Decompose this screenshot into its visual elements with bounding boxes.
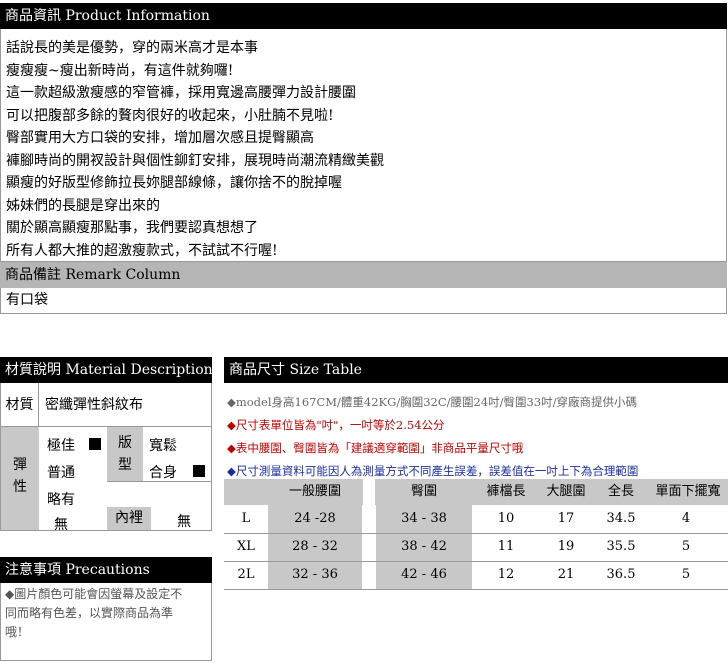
precautions-box: ◆圖片顏色可能會因螢幕及設定不 同而略有色差，以實際商品為準 哦！ — [0, 583, 212, 661]
rise-value: 12 — [497, 567, 515, 582]
remark-header: 商品備註 Remark Column — [0, 262, 727, 288]
product-description: 話說長的美是優勢，穿的兩米高才是本事 瘦瘦瘦~瘦出新時尚，有這件就夠囉! 這一款超級… — [6, 37, 726, 262]
hem-value: 5 — [681, 539, 691, 554]
col-header-waist: 一般腰圍 — [288, 484, 341, 499]
description-line: 姊妹們的長腿是穿出來的 — [6, 197, 160, 214]
hip-value: 38 - 42 — [401, 539, 447, 554]
description-line: 這一款超級激瘦感的窄管褲，採用寬邊高腰彈力設計腰圍 — [6, 85, 356, 101]
lining-value: 無 — [177, 514, 191, 530]
material-label: 材質 — [1, 383, 39, 427]
description-line: 關於顯高顯瘦那點事，我們要認真想想了 — [6, 220, 258, 236]
thigh-value: 17 — [557, 511, 575, 526]
product-info-header: 商品資訊 Product Information — [0, 3, 727, 29]
size-note: ◆表中腰圍、臀圍皆為「建議適穿範圍」非商品平量尺寸哦 — [227, 441, 524, 455]
size-label: XL — [237, 539, 255, 554]
elastic-label-text: 彈性 — [13, 457, 27, 495]
description-line: 顯瘦的好版型修飾拉長妳腿部線條，讓你捨不的脫掉喔 — [6, 175, 342, 191]
col-header-hip: 臀圍 — [410, 484, 437, 499]
description-line: 褲腳時尚的開衩設計與個性鉚釘安排，展現時尚潮流精緻美觀 — [6, 152, 384, 169]
hip-value: 42 - 46 — [401, 567, 447, 582]
length-value: 34.5 — [606, 511, 636, 526]
size-section: 商品尺寸 Size Table — [224, 357, 728, 383]
size-note: ◆model身高167CM/體重42KG/胸圍32C/腰圍24吋/臀圍33吋/穿… — [227, 395, 638, 409]
size-label: 2L — [237, 567, 255, 582]
thigh-value: 21 — [557, 567, 575, 582]
elastic-option: 無 — [54, 517, 68, 533]
precautions-section: 注意事項 Precautions ◆圖片顏色可能會因螢幕及設定不 同而略有色差，… — [0, 557, 212, 661]
material-header: 材質說明 Material Description — [0, 357, 212, 383]
size-note: ◆尺寸表單位皆為"吋"，一吋等於2.54公分 — [227, 418, 445, 432]
fit-divider — [107, 481, 211, 482]
fit-label-text: 版型 — [118, 435, 132, 473]
material-value: 密纖彈性斜紋布 — [39, 383, 211, 427]
waist-value: 24 -28 — [294, 511, 336, 526]
fit-option: 合身 — [149, 462, 209, 482]
elastic-option: 極佳 — [47, 435, 107, 455]
size-label: L — [241, 511, 251, 526]
fit-option: 寬鬆 — [149, 438, 177, 454]
size-header: 商品尺寸 Size Table — [224, 357, 728, 383]
precautions-line: 同而略有色差，以實際商品為準 — [5, 606, 174, 620]
precautions-line: ◆圖片顏色可能會因螢幕及設定不 — [5, 587, 183, 601]
description-line: 話說長的美是優勢，穿的兩米高才是本事 — [6, 40, 258, 56]
fit-option-label: 合身 — [149, 465, 177, 481]
header-spacer — [363, 479, 375, 505]
col-header-length: 全長 — [607, 484, 634, 499]
elastic-option-label: 極佳 — [47, 438, 75, 454]
precautions-header: 注意事項 Precautions — [0, 557, 212, 583]
material-section: 材質說明 Material Description 材質 密纖彈性斜紋布 彈性 … — [0, 357, 212, 533]
description-line: 瘦瘦瘦~瘦出新時尚，有這件就夠囉! — [6, 62, 234, 79]
col-header-rise: 褲檔長 — [486, 484, 526, 499]
selected-mark-icon — [89, 438, 101, 450]
col-header-thigh: 大腿圍 — [546, 484, 586, 499]
precautions-line: 哦！ — [5, 625, 30, 639]
hem-value: 5 — [681, 567, 691, 582]
hip-value: 34 - 38 — [401, 511, 447, 526]
product-description-box: 話說長的美是優勢，穿的兩米高才是本事 瘦瘦瘦~瘦出新時尚，有這件就夠囉! 這一款超級… — [0, 29, 727, 262]
waist-value: 28 - 32 — [292, 539, 338, 554]
rise-value: 11 — [497, 539, 515, 554]
description-line: 所有人都大推的超激瘦款式，不試試不行喔! — [6, 242, 278, 259]
lining-label: 內裡 — [107, 507, 151, 530]
row-divider — [224, 589, 728, 590]
elastic-option: 略有 — [47, 492, 75, 508]
elastic-label: 彈性 — [1, 427, 39, 530]
length-value: 35.5 — [606, 539, 636, 554]
selected-mark-icon — [193, 465, 205, 477]
remark-box: 有口袋 — [0, 288, 727, 314]
remark-text: 有口袋 — [6, 292, 48, 308]
size-notes: ◆model身高167CM/體重42KG/胸圍32C/腰圍24吋/臀圍33吋/穿… — [227, 391, 728, 483]
thigh-value: 19 — [557, 539, 575, 554]
length-value: 36.5 — [606, 567, 636, 582]
hem-value: 4 — [681, 511, 691, 526]
col-header-hem: 單面下擺寬 — [655, 484, 721, 499]
rise-value: 10 — [497, 511, 515, 526]
product-info-section: 商品資訊 Product Information 話說長的美是優勢，穿的兩米高才… — [0, 3, 727, 314]
description-line: 臀部實用大方口袋的安排，增加層次感且提臀顯高 — [6, 130, 314, 146]
elastic-option: 普通 — [47, 465, 75, 481]
description-line: 可以把腹部多餘的贅肉很好的收起來，小肚腩不見啦! — [6, 107, 334, 124]
waist-value: 32 - 36 — [292, 567, 338, 582]
material-table: 材質 密纖彈性斜紋布 彈性 極佳 普通 略有 無 版型 寬鬆 合身 內裡 無 — [0, 383, 212, 533]
fit-label: 版型 — [107, 427, 143, 481]
